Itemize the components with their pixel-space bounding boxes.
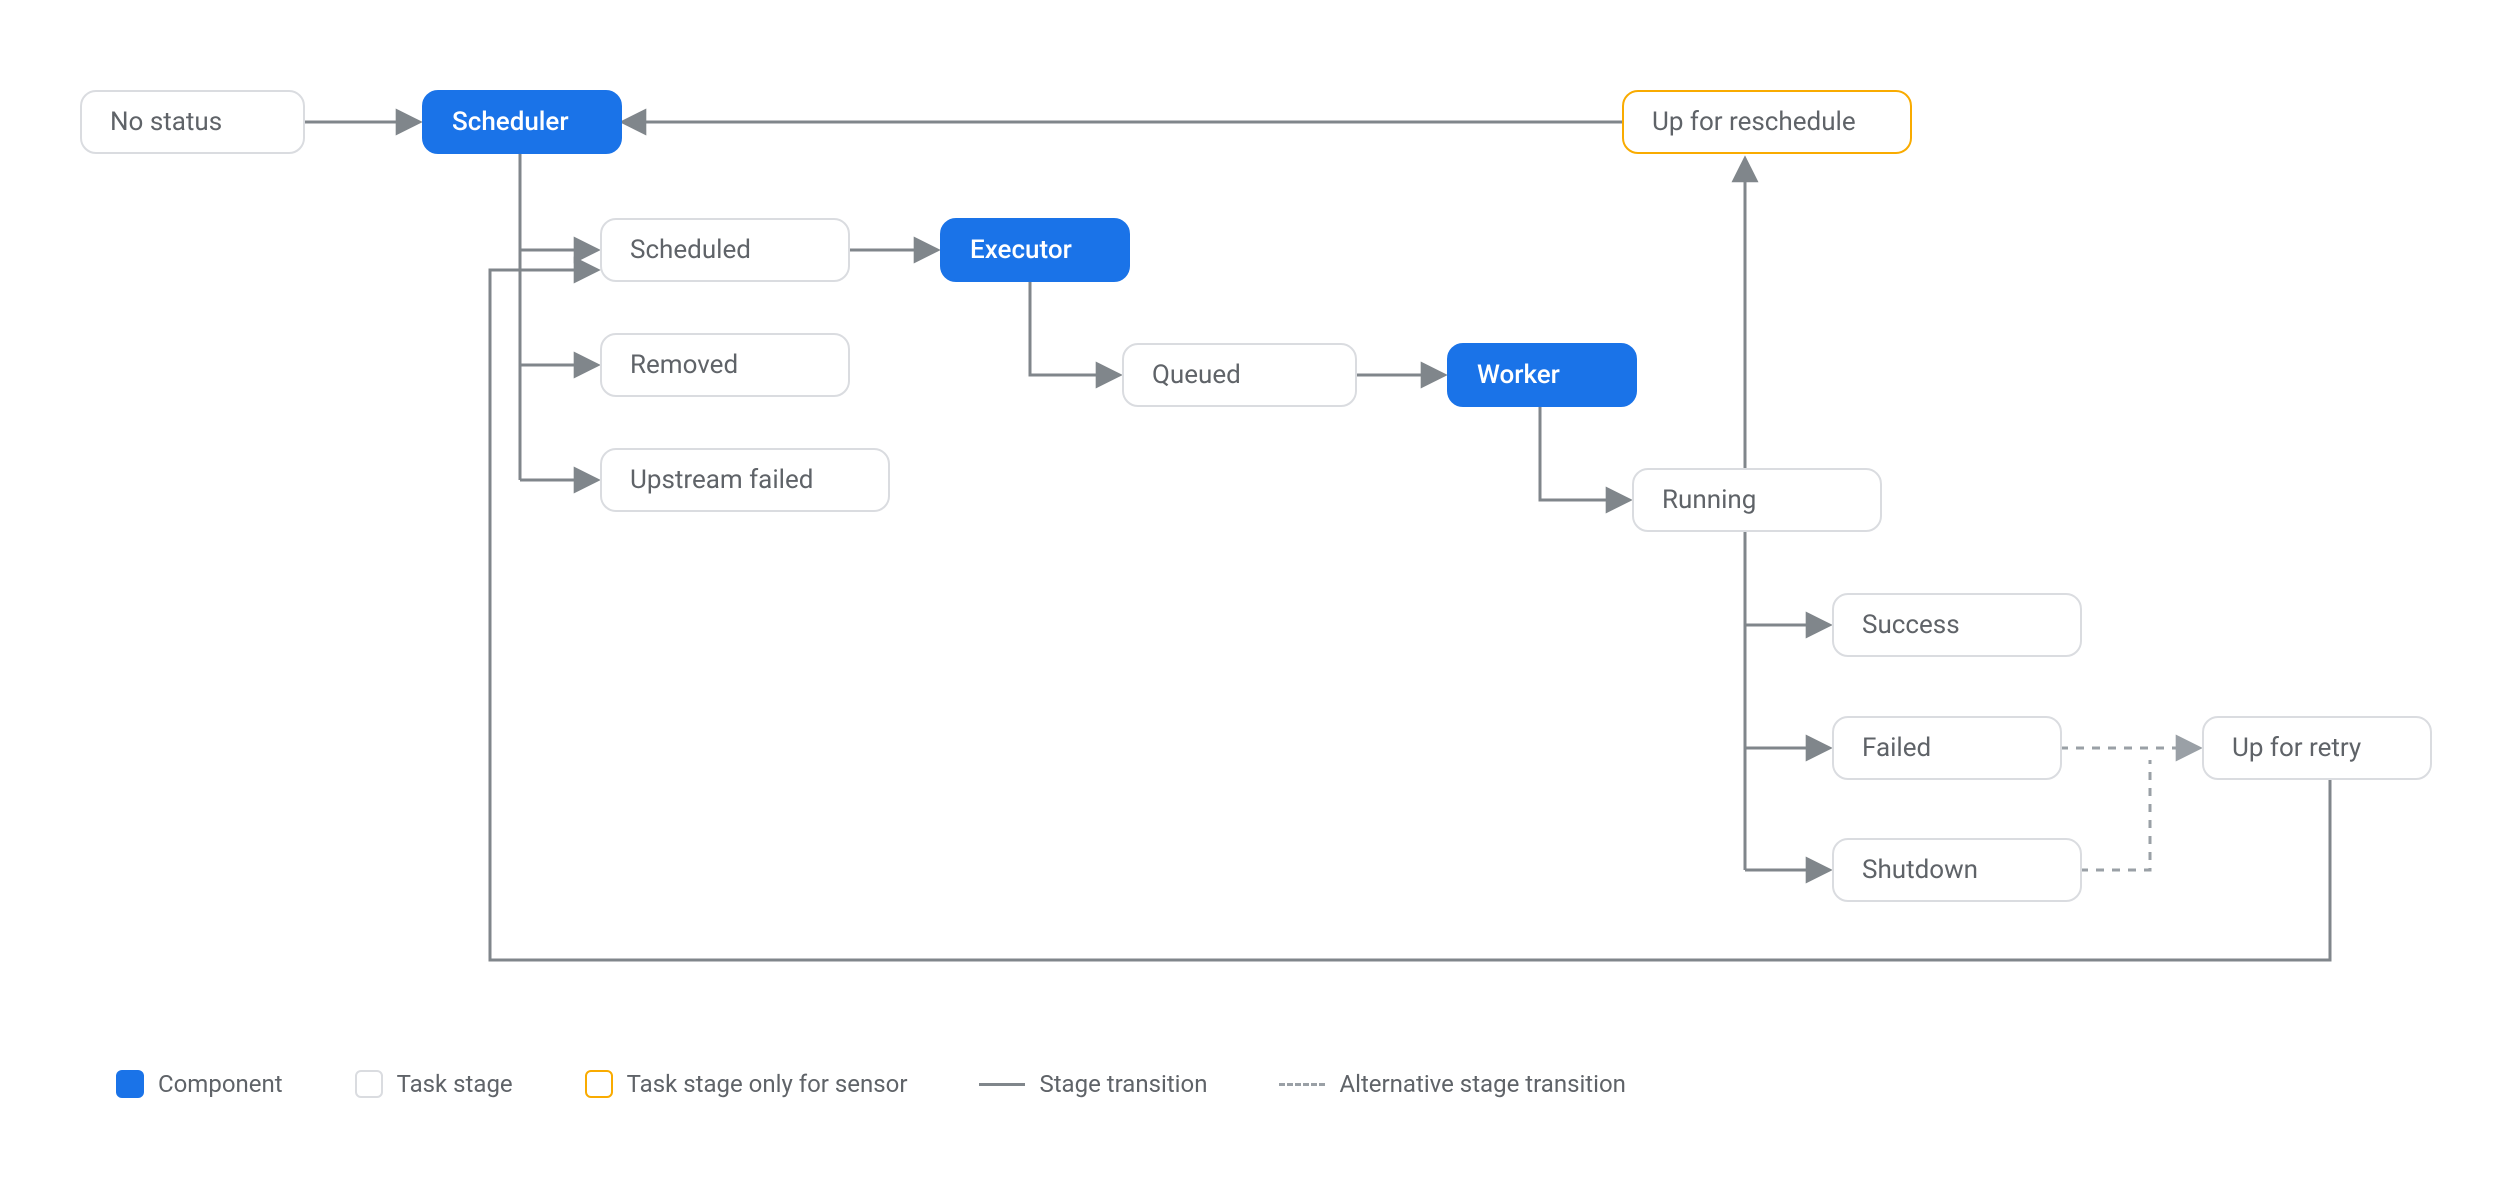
line-solid-icon bbox=[979, 1083, 1025, 1086]
line-dashed-icon bbox=[1279, 1083, 1325, 1086]
node-failed: Failed bbox=[1832, 716, 2062, 780]
node-running: Running bbox=[1632, 468, 1882, 532]
legend-label-sensor: Task stage only for sensor bbox=[627, 1070, 908, 1098]
legend-item-transition: Stage transition bbox=[979, 1070, 1207, 1098]
legend-item-component: Component bbox=[116, 1070, 283, 1098]
node-success: Success bbox=[1832, 593, 2082, 657]
node-up-for-retry: Up for retry bbox=[2202, 716, 2432, 780]
swatch-sensor-icon bbox=[585, 1070, 613, 1098]
edges-layer bbox=[0, 0, 2510, 1194]
node-queued: Queued bbox=[1122, 343, 1357, 407]
node-no-status: No status bbox=[80, 90, 305, 154]
node-scheduler: Scheduler bbox=[422, 90, 622, 154]
edge-executor-queued bbox=[1030, 282, 1120, 375]
node-removed: Removed bbox=[600, 333, 850, 397]
legend-label-transition: Stage transition bbox=[1039, 1070, 1207, 1098]
node-shutdown: Shutdown bbox=[1832, 838, 2082, 902]
legend-item-stage: Task stage bbox=[355, 1070, 513, 1098]
legend: Component Task stage Task stage only for… bbox=[116, 1070, 1626, 1098]
node-worker: Worker bbox=[1447, 343, 1637, 407]
node-executor: Executor bbox=[940, 218, 1130, 282]
node-scheduled: Scheduled bbox=[600, 218, 850, 282]
edge-shutdown-retry bbox=[2080, 760, 2150, 870]
node-up-for-reschedule: Up for reschedule bbox=[1622, 90, 1912, 154]
swatch-component-icon bbox=[116, 1070, 144, 1098]
legend-item-alt-transition: Alternative stage transition bbox=[1279, 1070, 1625, 1098]
swatch-stage-icon bbox=[355, 1070, 383, 1098]
legend-label-alt-transition: Alternative stage transition bbox=[1339, 1070, 1625, 1098]
node-upstream-failed: Upstream failed bbox=[600, 448, 890, 512]
edge-worker-running bbox=[1540, 407, 1630, 500]
legend-item-sensor: Task stage only for sensor bbox=[585, 1070, 908, 1098]
legend-label-component: Component bbox=[158, 1070, 283, 1098]
legend-label-stage: Task stage bbox=[397, 1070, 513, 1098]
diagram-canvas: No status Scheduler Scheduled Removed Up… bbox=[0, 0, 2510, 1194]
